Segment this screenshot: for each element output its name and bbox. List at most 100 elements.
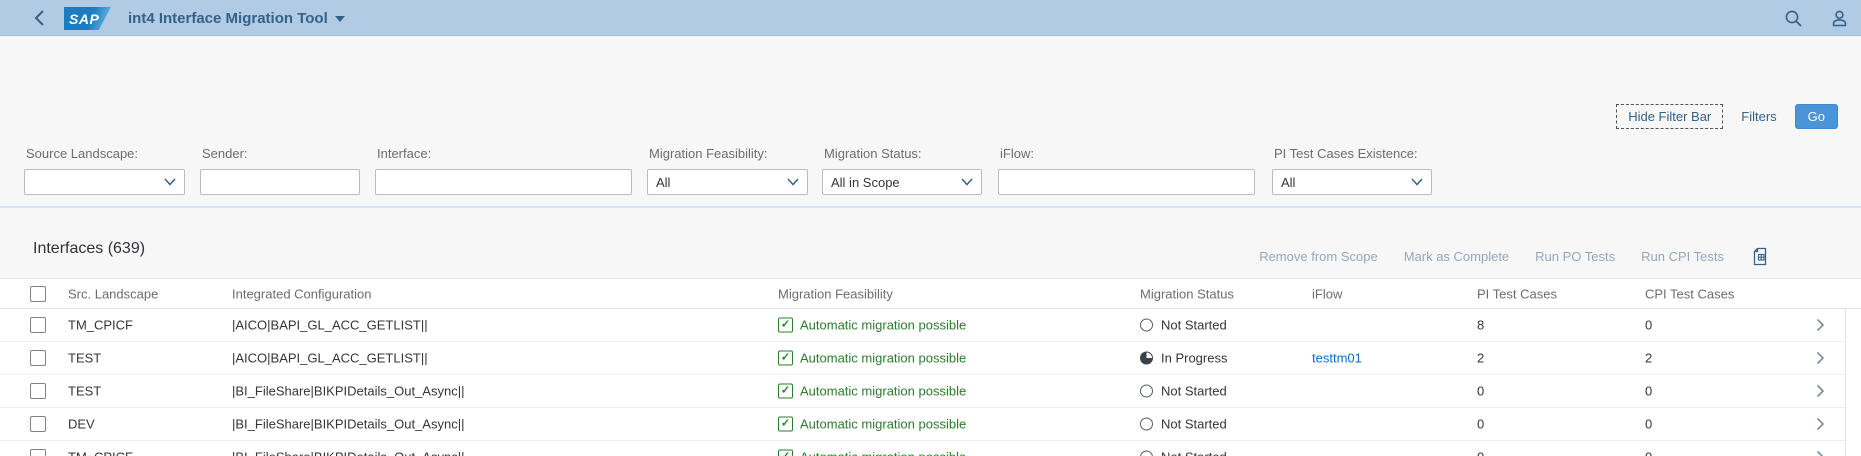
table-header-row: Src. Landscape Integrated Configuration …	[0, 278, 1861, 309]
column-header-migration-status: Migration Status	[1140, 286, 1234, 301]
iflow-input-wrap	[998, 169, 1255, 195]
migration-feasibility-cell: ✓ Automatic migration possible	[778, 384, 966, 399]
cpi-test-cases-cell: 2	[1645, 351, 1652, 366]
status-text: Not Started	[1161, 318, 1227, 333]
row-checkbox[interactable]	[30, 317, 46, 333]
filter-bar-divider	[0, 206, 1861, 208]
pi-test-cases-cell: 8	[1477, 318, 1484, 333]
iflow-input[interactable]	[1007, 170, 1246, 194]
run-cpi-tests-button[interactable]: Run CPI Tests	[1641, 249, 1724, 264]
table-row[interactable]: TEST |BI_FileShare|BIKPIDetails_Out_Asyn…	[0, 375, 1845, 408]
integrated-configuration-cell: |AICO|BAPI_GL_ACC_GETLIST||	[232, 351, 428, 366]
export-spreadsheet-icon[interactable]	[1750, 246, 1770, 266]
filter-label: Migration Feasibility:	[649, 146, 808, 161]
table-row[interactable]: TM_CPICF |BI_FileShare|BIKPIDetails_Out_…	[0, 441, 1845, 456]
row-navigation-chevron-icon[interactable]	[1816, 417, 1825, 431]
back-icon[interactable]	[30, 0, 50, 36]
table-toolbar-actions: Remove from Scope Mark as Complete Run P…	[1259, 246, 1770, 266]
migration-feasibility-cell: ✓ Automatic migration possible	[778, 351, 966, 366]
row-checkbox[interactable]	[30, 350, 46, 366]
migration-status-cell: Not Started	[1140, 318, 1227, 333]
remove-from-scope-button[interactable]: Remove from Scope	[1259, 249, 1378, 264]
sender-input[interactable]	[209, 170, 351, 194]
status-in-progress-icon	[1140, 352, 1153, 365]
filter-source-landscape: Source Landscape:	[24, 146, 185, 195]
migration-feasibility-cell: ✓ Automatic migration possible	[778, 318, 966, 333]
search-icon[interactable]	[1783, 8, 1803, 28]
src-landscape-cell: TM_CPICF	[68, 450, 133, 456]
table-row[interactable]: DEV |BI_FileShare|BIKPIDetails_Out_Async…	[0, 408, 1845, 441]
app-title-menu[interactable]: int4 Interface Migration Tool	[128, 0, 345, 36]
row-checkbox[interactable]	[30, 449, 46, 456]
shell-header: SAP int4 Interface Migration Tool	[0, 0, 1861, 36]
go-button[interactable]: Go	[1795, 104, 1838, 129]
pi-test-cases-cell: 0	[1477, 384, 1484, 399]
row-navigation-chevron-icon[interactable]	[1816, 351, 1825, 365]
sender-input-wrap	[200, 169, 360, 195]
filter-label: Sender:	[202, 146, 360, 161]
status-text: Not Started	[1161, 450, 1227, 456]
migration-feasibility-combobox[interactable]: All	[647, 169, 808, 195]
sap-logo[interactable]: SAP	[64, 7, 111, 30]
row-checkbox[interactable]	[30, 383, 46, 399]
column-header-migration-feasibility: Migration Feasibility	[778, 286, 893, 301]
migration-status-cell: Not Started	[1140, 417, 1227, 432]
app-screen: SAP int4 Interface Migration Tool Hide F…	[0, 0, 1861, 456]
cpi-test-cases-cell: 0	[1645, 450, 1652, 456]
filter-sender: Sender:	[200, 146, 360, 195]
filter-label: Interface:	[377, 146, 632, 161]
combobox-value: All	[656, 175, 670, 190]
table-scrollbar-track[interactable]	[1845, 309, 1861, 456]
pi-test-cases-existence-combobox[interactable]: All	[1272, 169, 1432, 195]
table-row[interactable]: TM_CPICF |AICO|BAPI_GL_ACC_GETLIST|| ✓ A…	[0, 309, 1845, 342]
interface-input[interactable]	[384, 170, 623, 194]
sap-logo-text: SAP	[69, 11, 99, 27]
migration-status-cell: Not Started	[1140, 450, 1227, 456]
src-landscape-cell: TEST	[68, 384, 101, 399]
filters-link[interactable]: Filters	[1741, 109, 1776, 124]
status-not-started-icon	[1140, 385, 1153, 398]
row-navigation-chevron-icon[interactable]	[1816, 450, 1825, 456]
column-header-pi-test-cases: PI Test Cases	[1477, 286, 1557, 301]
migration-feasibility-cell: ✓ Automatic migration possible	[778, 450, 966, 456]
feasibility-check-icon: ✓	[778, 351, 793, 366]
source-landscape-combobox[interactable]	[24, 169, 185, 195]
pi-test-cases-cell: 0	[1477, 450, 1484, 456]
mark-as-complete-button[interactable]: Mark as Complete	[1404, 249, 1509, 264]
feasibility-text: Automatic migration possible	[800, 318, 966, 333]
row-navigation-chevron-icon[interactable]	[1816, 318, 1825, 332]
run-po-tests-button[interactable]: Run PO Tests	[1535, 249, 1615, 264]
feasibility-check-icon: ✓	[778, 417, 793, 432]
column-header-iflow: iFlow	[1312, 286, 1342, 301]
table-title: Interfaces (639)	[33, 240, 145, 258]
row-checkbox[interactable]	[30, 416, 46, 432]
column-header-integrated-configuration: Integrated Configuration	[232, 286, 371, 301]
chevron-down-icon	[335, 16, 345, 22]
filter-migration-status: Migration Status: All in Scope	[822, 146, 982, 195]
migration-status-combobox[interactable]: All in Scope	[822, 169, 982, 195]
feasibility-text: Automatic migration possible	[800, 417, 966, 432]
filter-pi-test-cases-existence: PI Test Cases Existence: All	[1272, 146, 1432, 195]
filter-migration-feasibility: Migration Feasibility: All	[647, 146, 808, 195]
feasibility-check-icon: ✓	[778, 384, 793, 399]
migration-status-cell: In Progress	[1140, 351, 1227, 366]
integrated-configuration-cell: |BI_FileShare|BIKPIDetails_Out_Async||	[232, 450, 464, 456]
status-not-started-icon	[1140, 319, 1153, 332]
column-header-cpi-test-cases: CPI Test Cases	[1645, 286, 1734, 301]
select-all-checkbox[interactable]	[30, 286, 46, 302]
cpi-test-cases-cell: 0	[1645, 384, 1652, 399]
filter-label: Migration Status:	[824, 146, 982, 161]
filter-interface: Interface:	[375, 146, 632, 195]
integrated-configuration-cell: |AICO|BAPI_GL_ACC_GETLIST||	[232, 318, 428, 333]
filter-iflow: iFlow:	[998, 146, 1255, 195]
table-row[interactable]: TEST |AICO|BAPI_GL_ACC_GETLIST|| ✓ Autom…	[0, 342, 1845, 375]
row-navigation-chevron-icon[interactable]	[1816, 384, 1825, 398]
filter-label: Source Landscape:	[26, 146, 185, 161]
filter-bar-actions: Hide Filter Bar Filters Go	[1616, 104, 1838, 129]
app-title: int4 Interface Migration Tool	[128, 10, 328, 27]
feasibility-text: Automatic migration possible	[800, 450, 966, 456]
interface-input-wrap	[375, 169, 632, 195]
hide-filter-bar-button[interactable]: Hide Filter Bar	[1616, 104, 1723, 129]
iflow-link[interactable]: testtm01	[1312, 351, 1362, 366]
user-profile-icon[interactable]	[1829, 8, 1849, 28]
